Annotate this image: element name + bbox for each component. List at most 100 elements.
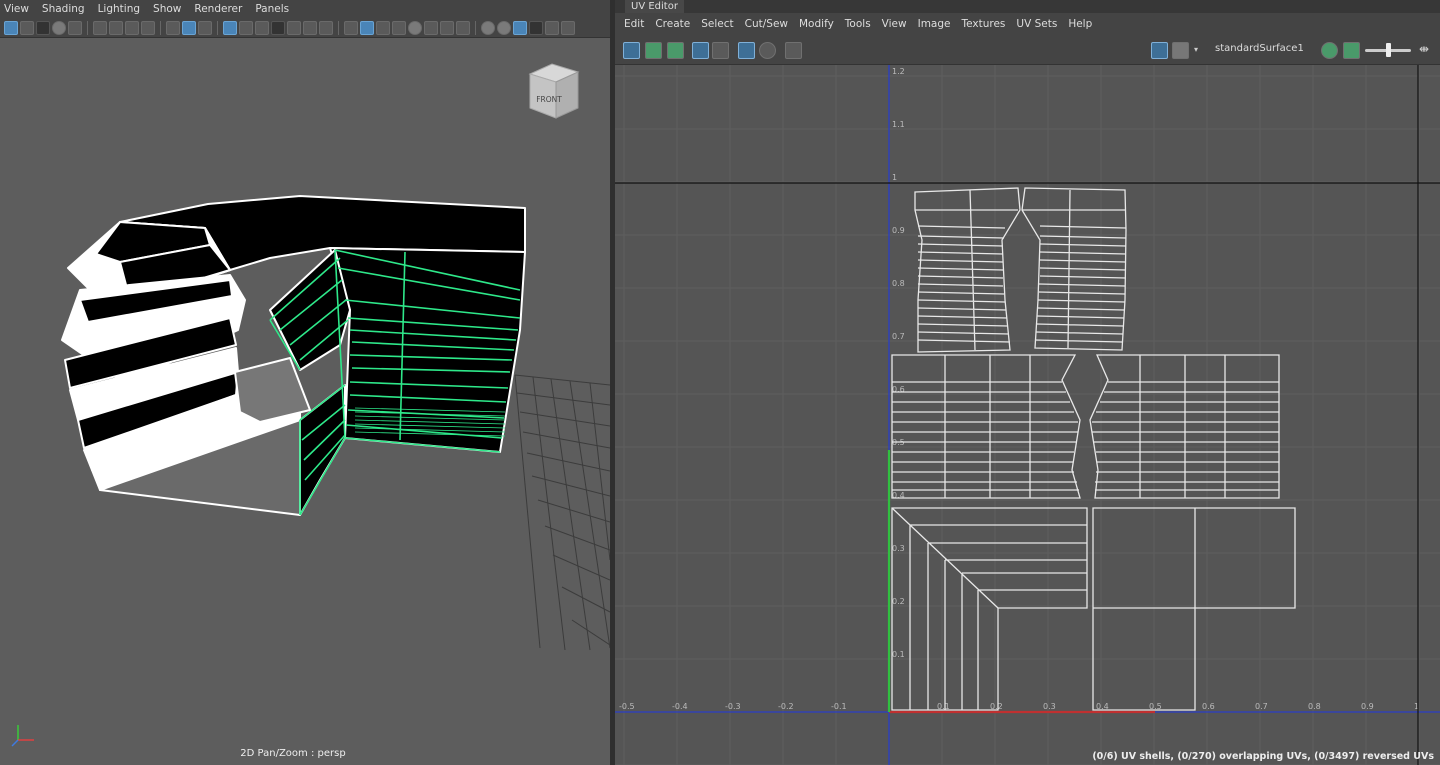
use-lights-icon[interactable] [287,20,301,35]
textured-icon[interactable] [271,20,285,35]
gate-mask-icon[interactable] [125,20,139,35]
u-tick-label: 0.9 [1361,702,1374,711]
camera-icon[interactable] [785,42,802,59]
menu-tools[interactable]: Tools [845,18,871,30]
image-display-icon[interactable] [1151,42,1168,59]
menu-renderer[interactable]: Renderer [194,3,242,15]
u-axis-labels: -0.5 -0.4 -0.3 -0.2 -0.1 0.1 0.2 0.3 0.4 0.5 0.6 0.… [619,702,1419,711]
viewport-menubar: View Shading Lighting Show Renderer Pane… [0,0,610,18]
menu-image[interactable]: Image [918,18,951,30]
toolbar-divider [475,20,476,35]
menu-textures[interactable]: Textures [961,18,1005,30]
uv-canvas[interactable]: 1.21.110.90.80.70.60.50.40.30.20.1-0.1 -… [615,65,1440,765]
image-plane-icon[interactable] [52,20,66,35]
u-tick-label: -0.1 [831,702,847,711]
menu-panels[interactable]: Panels [255,3,289,15]
menu-cut-sew[interactable]: Cut/Sew [745,18,788,30]
u-tick-label: -0.5 [619,702,635,711]
expand-icon[interactable]: ⇼ [1419,42,1429,56]
xray-icon[interactable] [360,20,374,35]
toolbar-divider [338,20,339,35]
uv-shell-leg-left [914,187,1021,353]
uv-editor-panel: UV Editor Edit Create Select Cut/Sew Mod… [615,0,1440,765]
film-gate-icon[interactable] [93,20,107,35]
wireframe-icon[interactable] [223,20,237,35]
grid-icon[interactable] [738,42,755,59]
menu-create[interactable]: Create [655,18,690,30]
menu-modify[interactable]: Modify [799,18,834,30]
menu-show[interactable]: Show [153,3,181,15]
uv-select-icon[interactable] [623,42,640,59]
select-camera-icon[interactable] [4,20,18,35]
mesh-model[interactable] [61,195,526,516]
v-tick-label: 0.9 [892,226,905,235]
toolbar-divider [160,20,161,35]
camera-attributes-icon[interactable] [20,20,34,35]
menu-uv-sets[interactable]: UV Sets [1016,18,1057,30]
field-chart-icon[interactable] [141,20,155,35]
u-tick-label: 0.7 [1255,702,1268,711]
exposure-slider-handle[interactable] [1386,43,1391,57]
camera-label: 2D Pan/Zoom : persp [240,748,346,759]
shadows-icon[interactable] [303,20,317,35]
light-bulb-icon[interactable] [408,20,422,35]
v-tick-label: 0.1 [892,650,905,659]
u-tick-label: 0.3 [1043,702,1056,711]
sphere-icon[interactable] [481,20,495,35]
uv-border-icon[interactable] [692,42,709,59]
texture-borders-icon[interactable] [712,42,729,59]
xray-joints-icon[interactable] [376,20,390,35]
motion-blur-icon[interactable] [440,20,454,35]
checker-icon[interactable] [1172,42,1189,59]
menu-edit[interactable]: Edit [624,18,644,30]
shaded-uv-icon[interactable] [645,42,662,59]
uv-editor-menubar: Edit Create Select Cut/Sew Modify Tools … [615,13,1440,35]
gamma-icon[interactable] [529,20,543,35]
target-icon[interactable] [513,20,527,35]
axis-gizmo [11,725,34,747]
perspective-viewport-panel: View Shading Lighting Show Renderer Pane… [0,0,610,765]
isolate-icon[interactable] [319,20,333,35]
menu-select[interactable]: Select [701,18,733,30]
backface-culling-icon[interactable] [392,20,406,35]
v-tick-label: 0.8 [892,279,905,288]
menu-lighting[interactable]: Lighting [98,3,140,15]
safe-title-icon[interactable] [182,20,196,35]
uv-shell-wall-left [891,354,1081,499]
menu-view[interactable]: View [4,3,29,15]
safe-action-icon[interactable] [166,20,180,35]
menu-shading[interactable]: Shading [42,3,85,15]
u-tick-label: -0.3 [725,702,741,711]
ambient-occlusion-icon[interactable] [424,20,438,35]
color-management-icon[interactable] [545,20,559,35]
v-tick-label: 0.3 [892,544,905,553]
uv-shells [891,187,1296,711]
wireframe-on-shaded-icon[interactable] [255,20,269,35]
v-tick-label: 0.7 [892,332,905,341]
bookmarks-icon[interactable] [36,20,50,35]
anti-aliasing-icon[interactable] [456,20,470,35]
cube-icon[interactable] [344,20,358,35]
color-channel-icon[interactable] [1321,42,1338,59]
grid-view-icon[interactable] [68,20,82,35]
u-tick-label: -0.2 [778,702,794,711]
toolbar-divider [217,20,218,35]
menu-view[interactable]: View [882,18,907,30]
resolution-gate-icon[interactable] [109,20,123,35]
shader-selector[interactable]: standardSurface1 [1215,43,1304,54]
uv-status-text: (0/6) UV shells, (0/270) overlapping UVs… [1092,751,1434,762]
uv-editor-title[interactable]: UV Editor [625,0,684,13]
exposure-icon[interactable] [1343,42,1360,59]
ground-grid [514,374,610,651]
view-cube[interactable]: FRONT [528,63,580,119]
perspective-viewport[interactable]: FRONT [0,38,610,765]
isolate-select-icon[interactable] [497,20,511,35]
arrow-right-icon[interactable] [561,20,575,35]
distortion-icon[interactable] [667,42,684,59]
uv-shell-floor-square [1092,507,1296,711]
pencil-icon[interactable] [198,20,212,35]
menu-help[interactable]: Help [1068,18,1092,30]
pixel-snap-icon[interactable] [759,42,776,59]
smooth-shade-icon[interactable] [239,20,253,35]
chevron-down-icon[interactable]: ▾ [1194,45,1198,54]
